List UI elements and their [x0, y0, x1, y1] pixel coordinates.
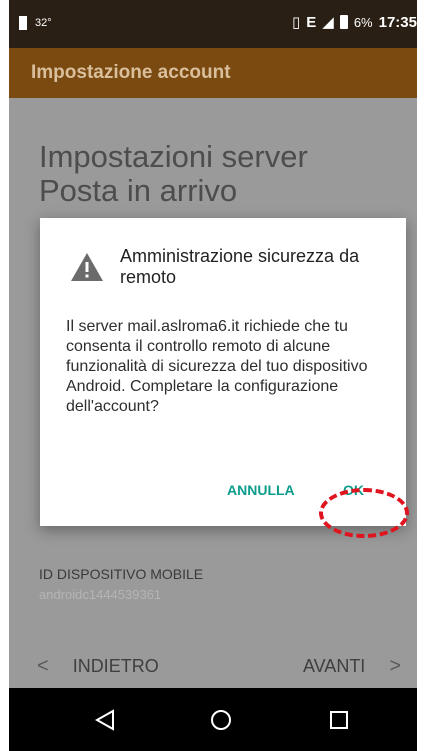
warning-icon: [71, 253, 103, 281]
ok-highlight-annotation: [319, 488, 409, 538]
dialog-message: Il server mail.aslroma6.it richiede che …: [66, 318, 368, 415]
phone-screen: 32° ▯ E ◢ 6% 17:35 Impostazione account …: [9, 0, 417, 751]
chevron-right-icon: >: [389, 655, 401, 677]
app-bar-title: Impostazione account: [31, 62, 231, 83]
notification-battery-icon: [19, 16, 27, 30]
dialog-title: Amministrazione sicurezza da remoto: [120, 246, 360, 287]
vibrate-icon: ▯: [292, 14, 301, 31]
status-bar: 32° ▯ E ◢ 6% 17:35: [9, 0, 417, 48]
clock-text: 17:35: [378, 13, 417, 31]
temperature-text: 32°: [35, 17, 52, 29]
device-id-label: ID DISPOSITIVO MOBILE: [39, 566, 204, 582]
chevron-left-icon: <: [37, 655, 49, 677]
next-button[interactable]: AVANTI >: [303, 655, 401, 678]
signal-icon: ◢: [322, 14, 334, 31]
cancel-button[interactable]: ANNULLA: [227, 482, 295, 498]
circle-home-icon[interactable]: [209, 708, 233, 732]
back-button[interactable]: < INDIETRO: [37, 655, 159, 678]
triangle-back-icon[interactable]: [93, 708, 117, 732]
square-recents-icon[interactable]: [327, 708, 351, 732]
security-dialog: Amministrazione sicurezza da remoto Il s…: [40, 218, 406, 526]
battery-percent-text: 6%: [353, 14, 373, 30]
back-button-label: INDIETRO: [72, 656, 159, 676]
app-bar: Impostazione account: [9, 48, 417, 98]
page-title: Impostazioni server Posta in arrivo: [39, 139, 308, 208]
next-button-label: AVANTI: [302, 656, 366, 676]
device-id-value: androidc1444539361: [39, 587, 162, 602]
status-left: 32°: [19, 16, 52, 30]
system-navigation-bar: [9, 688, 417, 751]
network-type-text: E: [306, 13, 317, 31]
status-right: ▯ E ◢ 6% 17:35: [292, 13, 417, 32]
battery-icon: [339, 15, 348, 29]
